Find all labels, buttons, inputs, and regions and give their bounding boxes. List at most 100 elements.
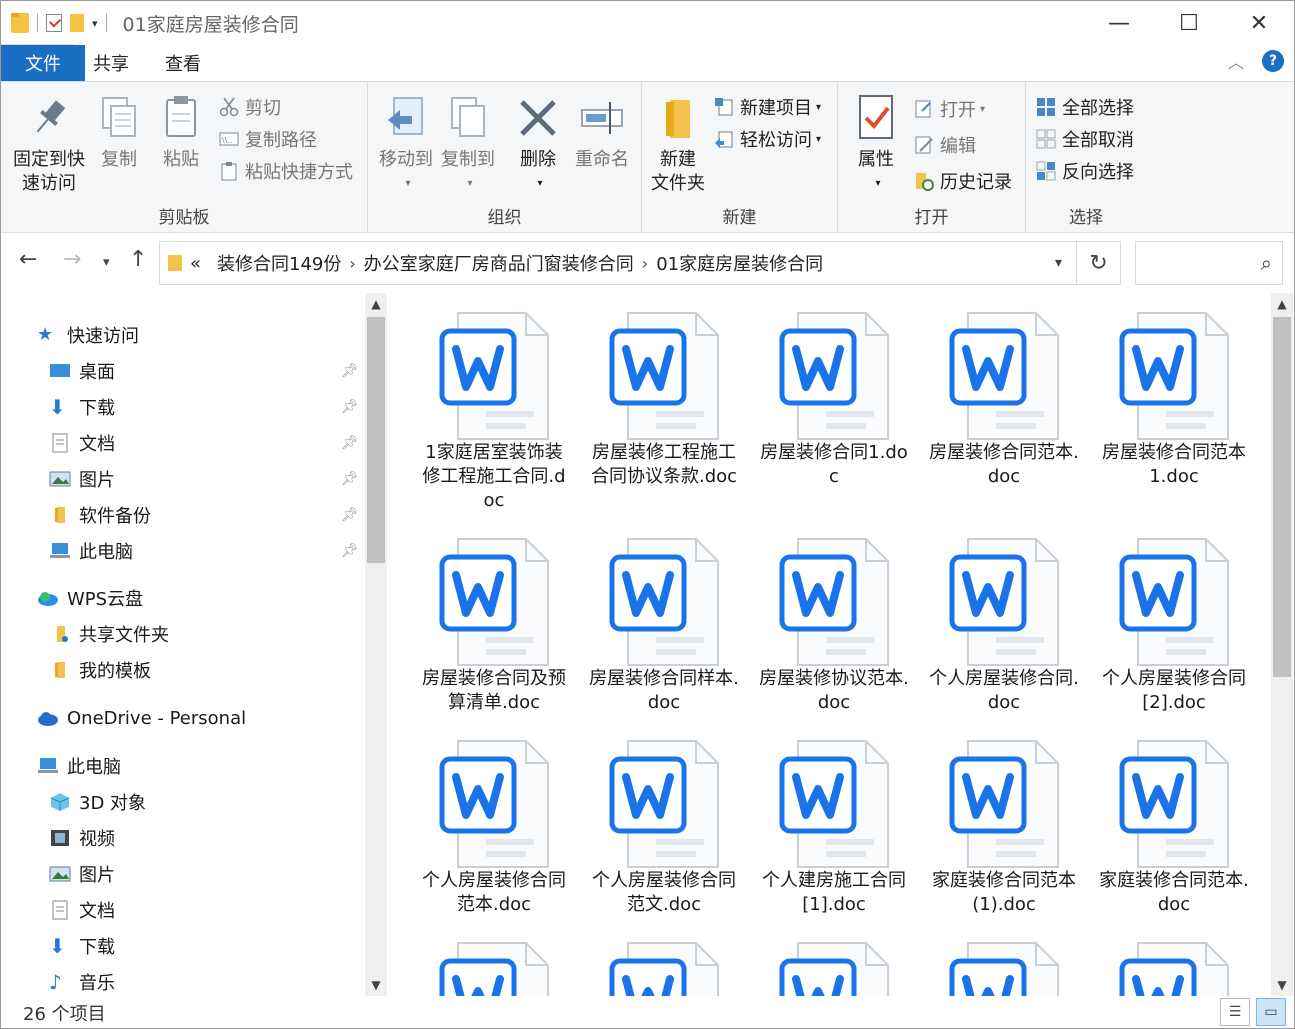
pin-icon[interactable]: 📌︎ [341, 363, 359, 379]
nav-this-pc-quick[interactable]: 此电脑 [49, 535, 133, 567]
nav-downloads-pc[interactable]: ⬇ 下载 [49, 930, 115, 962]
nav-pictures-pc[interactable]: 图片 [49, 858, 115, 890]
file-item[interactable]: 房屋装修合同及预算清单.doc [419, 537, 569, 715]
scroll-thumb[interactable] [367, 317, 385, 563]
breadcrumb-item[interactable]: 办公室家庭厂房商品门窗装修合同 [364, 250, 634, 276]
maximize-button[interactable]: ☐ [1154, 1, 1224, 45]
breadcrumb-item[interactable]: 01家庭房屋装修合同 [656, 250, 823, 276]
scroll-down-icon[interactable]: ▼ [365, 974, 387, 996]
pin-icon[interactable]: 📌︎ [341, 543, 359, 559]
delete-button[interactable]: 删除 ▾ [512, 94, 564, 196]
tab-view[interactable]: 查看 [147, 45, 219, 81]
file-item[interactable]: 家庭装修合同范本 (1).doc [929, 739, 1079, 917]
file-item[interactable]: 个人房屋装修合同范文.doc [589, 739, 739, 917]
large-icons-view-icon[interactable]: ▭ [1256, 998, 1286, 1026]
details-view-icon[interactable]: ☰ [1220, 998, 1250, 1026]
paste-shortcut-button[interactable]: 粘贴快捷方式 [219, 158, 353, 184]
new-folder-button[interactable]: 新建 文件夹 [648, 94, 708, 196]
invert-selection-button[interactable]: 反向选择 [1036, 158, 1134, 184]
cut-button[interactable]: 剪切 [219, 94, 281, 120]
file-item[interactable]: 个人房屋装修合同[2].doc [1099, 537, 1249, 715]
folder-icon [49, 660, 71, 680]
content-scrollbar[interactable]: ▲ ▼ [1271, 293, 1293, 996]
copy-button[interactable]: 复制 [95, 94, 143, 172]
up-arrow-icon[interactable]: ↑ [129, 247, 147, 272]
nav-videos[interactable]: 视频 [49, 822, 115, 854]
paste-button[interactable]: 粘贴 [157, 94, 205, 172]
back-arrow-icon[interactable]: ← [19, 247, 37, 272]
breadcrumb-chevron-icon[interactable]: › [642, 254, 648, 273]
scroll-up-icon[interactable]: ▲ [365, 293, 387, 315]
breadcrumb-overflow[interactable]: « [190, 253, 201, 274]
minimize-button[interactable]: — [1084, 1, 1154, 45]
nav-desktop[interactable]: 桌面 [49, 355, 115, 387]
file-item[interactable] [419, 941, 569, 996]
select-all-button[interactable]: 全部选择 [1036, 94, 1134, 120]
recent-locations-icon[interactable]: ▾ [103, 255, 110, 270]
nav-my-templates[interactable]: 我的模板 [49, 654, 151, 686]
file-item[interactable] [1099, 941, 1249, 996]
file-item[interactable]: 房屋装修合同范本1.doc [1099, 311, 1249, 489]
nav-software-backup[interactable]: 软件备份 [49, 499, 151, 531]
edit-button[interactable]: 编辑 [914, 132, 976, 158]
search-input[interactable]: ⌕ [1135, 241, 1283, 285]
new-folder-quick-icon[interactable] [70, 14, 84, 32]
tab-file[interactable]: 文件 [1, 45, 85, 81]
properties-quick-icon[interactable] [46, 14, 62, 32]
breadcrumb-chevron-icon[interactable]: › [349, 254, 355, 273]
scroll-down-icon[interactable]: ▼ [1271, 974, 1293, 996]
nav-wps-cloud[interactable]: WPS云盘 [37, 582, 143, 614]
pin-icon[interactable]: 📌︎ [341, 507, 359, 523]
pin-icon[interactable]: 📌︎ [341, 399, 359, 415]
file-item[interactable]: 房屋装修工程施工合同协议条款.doc [589, 311, 739, 489]
pin-to-quick-access-button[interactable]: 固定到快 速访问 [11, 94, 87, 196]
customize-quick-access-icon[interactable]: ▾ [92, 17, 98, 30]
easy-access-button[interactable]: 轻松访问 ▾ [714, 126, 821, 152]
nav-shared-folder[interactable]: 共享文件夹 [49, 618, 169, 650]
file-item[interactable]: 个人房屋装修合同范本.doc [419, 739, 569, 917]
nav-this-pc[interactable]: 此电脑 [37, 750, 121, 782]
move-to-button[interactable]: 移动到 ▾ [374, 94, 438, 196]
scroll-thumb[interactable] [1273, 317, 1291, 677]
nav-3d-objects[interactable]: 3D 对象 [49, 786, 146, 818]
close-button[interactable]: ✕ [1224, 1, 1294, 45]
select-none-button[interactable]: 全部取消 [1036, 126, 1134, 152]
refresh-button[interactable]: ↻ [1077, 241, 1121, 285]
file-item[interactable]: 房屋装修合同样本.doc [589, 537, 739, 715]
nav-scrollbar[interactable]: ▲ ▼ [365, 293, 387, 996]
address-dropdown-icon[interactable]: ▾ [1055, 255, 1062, 271]
pin-icon[interactable]: 📌︎ [341, 471, 359, 487]
nav-music[interactable]: ♪ 音乐 [49, 966, 115, 996]
file-item[interactable] [589, 941, 739, 996]
open-button[interactable]: 打开 ▾ [914, 96, 985, 122]
new-item-button[interactable]: 新建项目 ▾ [714, 94, 821, 120]
scroll-up-icon[interactable]: ▲ [1271, 293, 1293, 315]
history-button[interactable]: 历史记录 [914, 168, 1012, 194]
rename-button[interactable]: 重命名 [570, 94, 634, 172]
file-item[interactable]: 家庭装修合同范本.doc [1099, 739, 1249, 917]
nav-onedrive[interactable]: OneDrive - Personal [37, 702, 246, 734]
help-icon[interactable]: ? [1262, 50, 1284, 72]
copy-to-button[interactable]: 复制到 ▾ [436, 94, 500, 196]
pin-icon[interactable]: 📌︎ [341, 435, 359, 451]
nav-quick-access[interactable]: ★ 快速访问 [37, 319, 139, 351]
file-item[interactable]: 1家庭居室装饰装修工程施工合同.doc [419, 311, 569, 513]
file-item[interactable]: 房屋装修合同范本.doc [929, 311, 1079, 489]
nav-documents-pc[interactable]: 文档 [49, 894, 115, 926]
collapse-ribbon-icon[interactable]: ︿ [1228, 49, 1244, 73]
file-item[interactable]: 个人房屋装修合同.doc [929, 537, 1079, 715]
address-bar[interactable]: « 装修合同149份 › 办公室家庭厂房商品门窗装修合同 › 01家庭房屋装修合… [159, 241, 1077, 285]
properties-button[interactable]: 属性 ▾ [848, 94, 904, 196]
file-item[interactable]: 房屋装修协议范本.doc [759, 537, 909, 715]
breadcrumb-item[interactable]: 装修合同149份 [217, 250, 341, 276]
tab-share[interactable]: 共享 [75, 45, 147, 81]
nav-pictures[interactable]: 图片 [49, 463, 115, 495]
file-item[interactable]: 房屋装修合同1.doc [759, 311, 909, 489]
forward-arrow-icon[interactable]: → [63, 247, 81, 272]
file-item[interactable] [759, 941, 909, 996]
nav-documents[interactable]: 文档 [49, 427, 115, 459]
file-item[interactable]: 个人建房施工合同[1].doc [759, 739, 909, 917]
file-item[interactable] [929, 941, 1079, 996]
copy-path-button[interactable]: \\.. 复制路径 [219, 126, 317, 152]
nav-downloads[interactable]: ⬇ 下载 [49, 391, 115, 423]
